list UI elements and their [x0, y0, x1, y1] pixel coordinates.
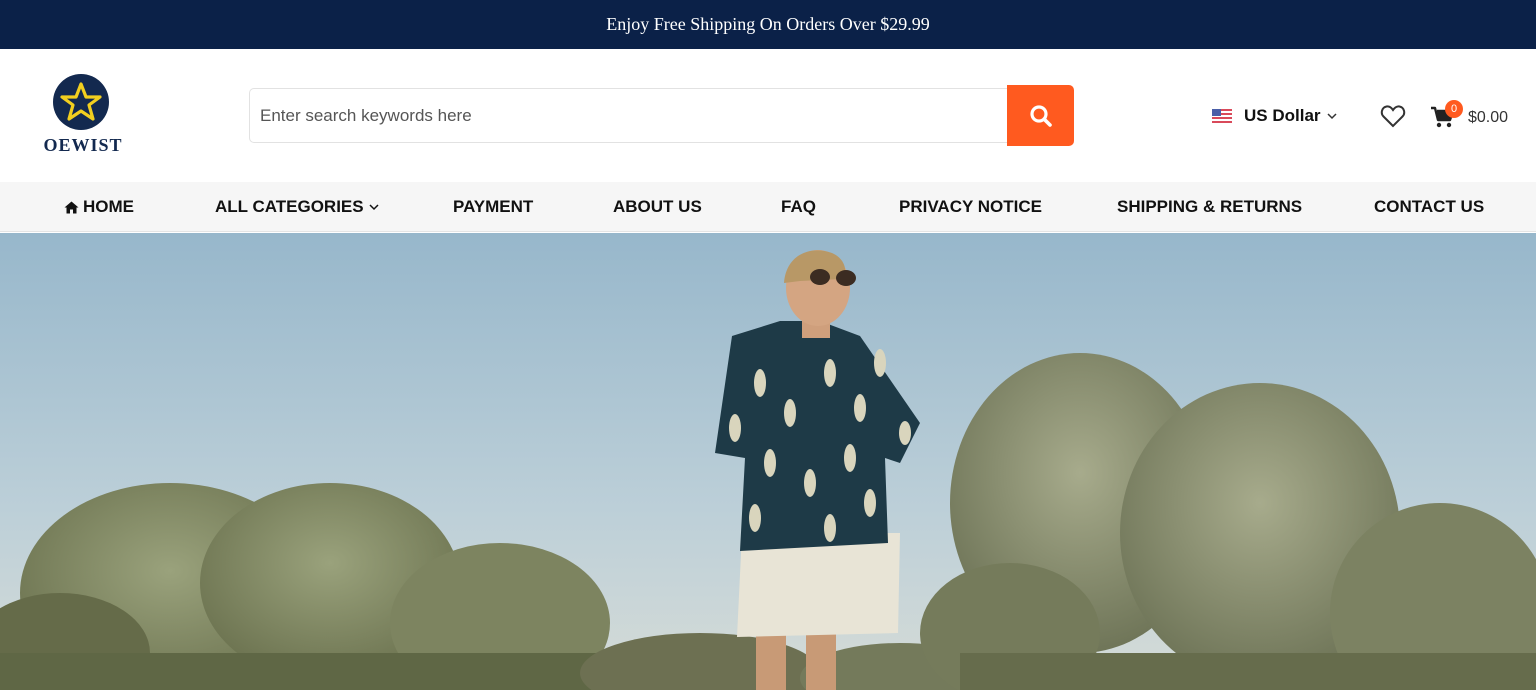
hero-banner[interactable] [0, 233, 1536, 690]
cart-count-badge: 0 [1445, 100, 1463, 118]
nav-shipping-returns[interactable]: SHIPPING & RETURNS [1117, 182, 1302, 232]
nav-contact-us[interactable]: CONTACT US [1374, 182, 1484, 232]
search-input[interactable] [249, 88, 1009, 143]
hero-image [0, 233, 1536, 690]
nav-privacy-notice-label: PRIVACY NOTICE [899, 197, 1042, 216]
search-button[interactable] [1007, 85, 1074, 146]
nav-all-categories[interactable]: ALL CATEGORIES [215, 182, 379, 232]
nav-faq[interactable]: FAQ [781, 182, 816, 232]
chevron-down-icon [369, 204, 379, 211]
chevron-down-icon [1327, 113, 1337, 120]
currency-label: US Dollar [1244, 106, 1321, 125]
cart-icon-wrap: 0 [1430, 100, 1463, 130]
nav-faq-label: FAQ [781, 197, 816, 216]
main-navigation: HOME ALL CATEGORIES PAYMENT ABOUT US FAQ… [0, 182, 1536, 232]
nav-about-us[interactable]: ABOUT US [613, 182, 702, 232]
announcement-text: Enjoy Free Shipping On Orders Over $29.9… [606, 14, 930, 34]
heart-icon [1380, 105, 1406, 128]
search-icon [1029, 104, 1052, 127]
site-header: OEWIST US Dollar [0, 49, 1536, 182]
brand-name: OEWIST [43, 135, 123, 155]
nav-home-label: HOME [83, 197, 134, 216]
us-flag-icon [1212, 109, 1232, 123]
nav-about-us-label: ABOUT US [613, 197, 702, 216]
nav-shipping-returns-label: SHIPPING & RETURNS [1117, 197, 1303, 216]
brand-logo[interactable]: OEWIST [40, 73, 126, 157]
star-logo-icon [53, 74, 109, 130]
announcement-bar: Enjoy Free Shipping On Orders Over $29.9… [0, 0, 1536, 49]
search-bar [249, 85, 1074, 146]
nav-privacy-notice[interactable]: PRIVACY NOTICE [899, 182, 1042, 232]
wishlist-button[interactable] [1380, 104, 1406, 128]
cart-total: $0.00 [1468, 109, 1509, 126]
cart-button[interactable]: 0 $0.00 [1430, 97, 1508, 133]
nav-payment-label: PAYMENT [453, 197, 534, 216]
nav-all-categories-label: ALL CATEGORIES [215, 197, 364, 216]
currency-selector[interactable]: US Dollar [1212, 104, 1337, 128]
home-icon [64, 201, 79, 213]
nav-payment[interactable]: PAYMENT [453, 182, 533, 232]
nav-contact-us-label: CONTACT US [1374, 197, 1485, 216]
nav-home[interactable]: HOME [64, 182, 134, 232]
